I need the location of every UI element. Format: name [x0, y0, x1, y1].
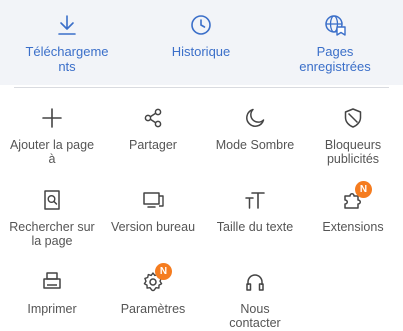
add-page-button[interactable]: Ajouter la page à: [2, 106, 102, 166]
printer-icon: [43, 272, 61, 289]
clock-icon: [191, 15, 211, 35]
share-button[interactable]: Partager: [103, 106, 203, 152]
desktop-icon: [143, 192, 164, 208]
find-in-page-label: Rechercher sur la page: [9, 220, 95, 248]
print-label: Imprimer: [27, 302, 77, 316]
desktop-version-label: Version bureau: [110, 220, 196, 234]
saved-pages-button[interactable]: Pages enregistrées: [268, 0, 402, 74]
extensions-button[interactable]: N Extensions: [303, 181, 403, 234]
plus-icon: [42, 108, 62, 128]
dark-mode-button[interactable]: Mode Sombre: [205, 106, 305, 152]
print-button[interactable]: Imprimer: [2, 270, 102, 316]
contact-us-button[interactable]: Nous contacter: [205, 270, 305, 330]
saved-pages-label: Pages enregistrées: [299, 44, 371, 74]
browser-menu-sheet: Téléchargeme nts Historique Pages enregi…: [0, 0, 403, 331]
extensions-new-badge: N: [355, 181, 372, 198]
downloads-button[interactable]: Téléchargeme nts: [0, 0, 134, 74]
ad-blocker-button[interactable]: Bloqueurs publicités: [303, 106, 403, 166]
ad-blocker-label: Bloqueurs publicités: [324, 138, 382, 166]
contact-us-label: Nous contacter: [229, 302, 281, 330]
dark-mode-label: Mode Sombre: [215, 138, 295, 152]
text-size-button[interactable]: Taille du texte: [205, 188, 305, 234]
moon-icon: [246, 108, 265, 127]
headset-icon: [246, 274, 264, 291]
history-label: Historique: [171, 44, 231, 59]
settings-button[interactable]: N Paramètres: [103, 263, 203, 316]
saved-globe-icon: [325, 15, 346, 36]
share-icon: [144, 108, 162, 128]
find-in-page-icon: [44, 190, 60, 210]
quick-actions-row: Téléchargeme nts Historique Pages enregi…: [0, 0, 403, 85]
history-button[interactable]: Historique: [134, 0, 268, 59]
extensions-label: Extensions: [322, 220, 384, 234]
text-size-icon: [245, 192, 265, 209]
shield-icon: [344, 108, 362, 128]
find-in-page-button[interactable]: Rechercher sur la page: [2, 188, 102, 248]
download-icon: [58, 15, 76, 35]
share-label: Partager: [129, 138, 177, 152]
downloads-label: Téléchargeme nts: [25, 44, 109, 74]
text-size-label: Taille du texte: [216, 220, 294, 234]
desktop-version-button[interactable]: Version bureau: [103, 188, 203, 234]
add-page-label: Ajouter la page à: [9, 138, 95, 166]
settings-new-badge: N: [155, 263, 172, 280]
settings-label: Paramètres: [120, 302, 186, 316]
section-divider: [14, 87, 389, 88]
